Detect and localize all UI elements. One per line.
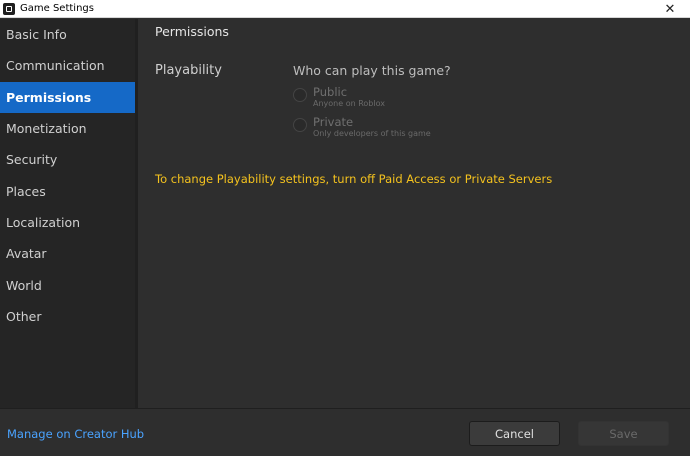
radio-subtitle: Only developers of this game: [313, 129, 431, 138]
radio-title: Private: [313, 115, 354, 129]
sidebar-item-avatar[interactable]: Avatar: [0, 238, 135, 269]
sidebar-item-communication[interactable]: Communication: [0, 50, 135, 81]
radio-option-private[interactable]: Private Only developers of this game: [293, 115, 431, 139]
window-title: Game Settings: [20, 3, 94, 14]
radio-title: Public: [313, 85, 348, 99]
radio-option-public[interactable]: Public Anyone on Roblox: [293, 85, 385, 109]
sidebar-item-other[interactable]: Other: [0, 301, 135, 332]
sidebar: Basic Info Communication Permissions Mon…: [0, 19, 135, 408]
cancel-button[interactable]: Cancel: [469, 421, 560, 446]
radio-button[interactable]: [293, 88, 307, 102]
close-icon[interactable]: ✕: [650, 0, 690, 18]
footer: Manage on Creator Hub Cancel Save: [0, 408, 690, 456]
sidebar-item-permissions[interactable]: Permissions: [0, 81, 135, 113]
game-settings-window: Game Settings ✕ Basic Info Communication…: [0, 0, 690, 456]
radio-button[interactable]: [293, 118, 307, 132]
save-button[interactable]: Save: [578, 421, 669, 446]
sidebar-item-security[interactable]: Security: [0, 144, 135, 175]
playability-label: Playability: [155, 63, 222, 78]
page-title: Permissions: [155, 24, 229, 39]
creator-hub-link[interactable]: Manage on Creator Hub: [7, 427, 144, 441]
playability-warning: To change Playability settings, turn off…: [155, 172, 553, 186]
playability-question: Who can play this game?: [293, 63, 451, 78]
radio-subtitle: Anyone on Roblox: [313, 99, 385, 108]
sidebar-item-localization[interactable]: Localization: [0, 207, 135, 238]
sidebar-item-monetization[interactable]: Monetization: [0, 113, 135, 144]
main-panel: Permissions Playability Who can play thi…: [138, 19, 690, 408]
sidebar-item-places[interactable]: Places: [0, 175, 135, 206]
roblox-studio-icon: [3, 2, 15, 15]
title-bar: Game Settings ✕: [0, 0, 690, 18]
sidebar-item-world[interactable]: World: [0, 269, 135, 300]
sidebar-item-basic-info[interactable]: Basic Info: [0, 19, 135, 50]
